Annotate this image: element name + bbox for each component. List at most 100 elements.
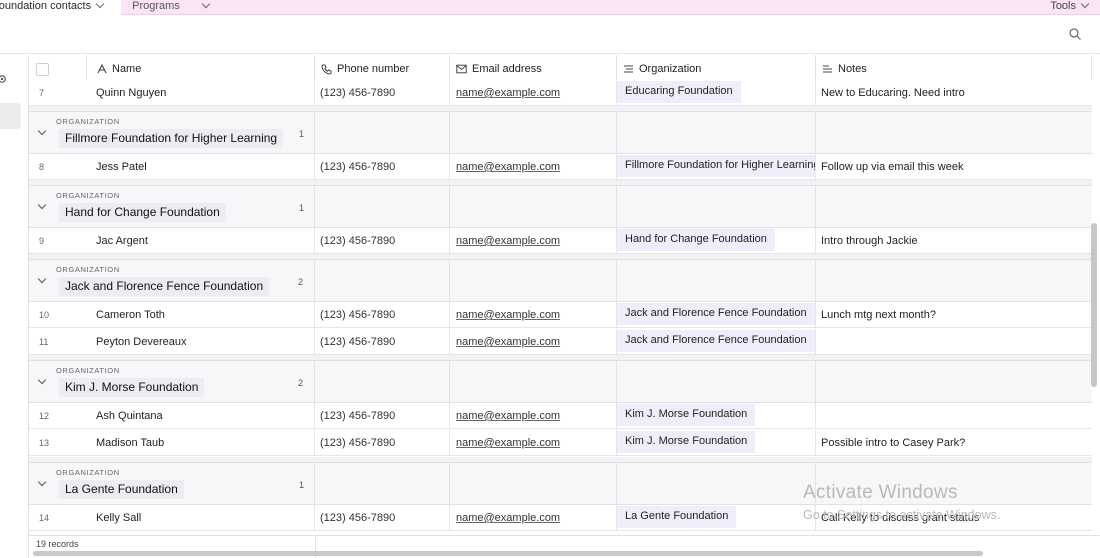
notes-cell[interactable]: Lunch mtg next month?: [816, 302, 1092, 328]
table-row[interactable]: 9 Jac Argent (123) 456-7890 name@example…: [29, 228, 1092, 254]
organization-chip: Kim J. Morse Foundation: [617, 404, 756, 426]
name-cell[interactable]: Jac Argent: [87, 228, 315, 254]
name-cell[interactable]: Ash Quintana: [87, 403, 315, 429]
phone-cell[interactable]: (123) 456-7890: [315, 329, 450, 355]
header-notes[interactable]: Notes: [816, 55, 1092, 83]
group-header[interactable]: ORGANIZATION Kim J. Morse Foundation 2: [29, 361, 1092, 403]
email-cell[interactable]: name@example.com: [450, 228, 617, 254]
organization-cell[interactable]: Kim J. Morse Foundation: [617, 403, 816, 429]
phone-cell[interactable]: (123) 456-7890: [315, 80, 450, 106]
name-cell[interactable]: Madison Taub: [87, 430, 315, 456]
name-cell[interactable]: Cameron Toth: [87, 302, 315, 328]
row-number: 12: [39, 411, 50, 421]
name-cell[interactable]: Quinn Nguyen: [87, 80, 315, 106]
column-header-row: Name Phone number Email address Organiza…: [29, 55, 1092, 83]
phone-cell[interactable]: (123) 456-7890: [315, 403, 450, 429]
select-all-checkbox[interactable]: [36, 63, 49, 76]
group-header[interactable]: ORGANIZATION Fillmore Foundation for Hig…: [29, 112, 1092, 154]
header-name[interactable]: Name: [87, 55, 315, 83]
vertical-scrollbar[interactable]: [1091, 223, 1097, 387]
group-header[interactable]: ORGANIZATION Jack and Florence Fence Fou…: [29, 260, 1092, 302]
header-phone[interactable]: Phone number: [315, 55, 450, 83]
header-organization[interactable]: Organization: [617, 55, 816, 83]
row-number: 13: [39, 438, 50, 448]
tab-programs[interactable]: Programs: [122, 0, 190, 15]
header-name-label: Name: [112, 63, 142, 75]
organization-chip: Jack and Florence Fence Foundation: [617, 303, 815, 325]
email-cell[interactable]: name@example.com: [450, 329, 617, 355]
horizontal-scrollbar[interactable]: [33, 551, 983, 556]
organization-cell[interactable]: La Gente Foundation: [617, 505, 816, 531]
phone-cell[interactable]: (123) 456-7890: [315, 430, 450, 456]
organization-cell[interactable]: Educaring Foundation: [617, 80, 816, 106]
notes-cell[interactable]: New to Educaring. Need intro: [816, 80, 1092, 106]
header-phone-label: Phone number: [337, 63, 410, 75]
name-cell[interactable]: Peyton Devereaux: [87, 329, 315, 355]
email-cell[interactable]: name@example.com: [450, 505, 617, 531]
group-name: Hand for Change Foundation: [59, 203, 226, 222]
tab-foundation-contacts[interactable]: Foundation contacts: [0, 0, 121, 15]
header-email-label: Email address: [472, 63, 542, 75]
group-field-label: ORGANIZATION: [56, 468, 120, 477]
row-number: 14: [39, 513, 50, 523]
group-name: La Gente Foundation: [59, 480, 184, 499]
organization-chip: La Gente Foundation: [617, 506, 737, 528]
group-field-label: ORGANIZATION: [56, 117, 120, 126]
email-cell[interactable]: name@example.com: [450, 403, 617, 429]
activation-watermark: Activate Windows Go to Settings to activ…: [803, 482, 1000, 522]
tab-programs-label: Programs: [132, 0, 180, 12]
notes-cell[interactable]: Intro through Jackie: [816, 228, 1092, 254]
long-text-icon: [823, 65, 832, 73]
group-header[interactable]: ORGANIZATION Hand for Change Foundation …: [29, 186, 1092, 228]
notes-cell[interactable]: [816, 403, 1092, 429]
search-icon[interactable]: [1069, 28, 1081, 40]
group-count: 1: [299, 480, 305, 490]
organization-chip: Fillmore Foundation for Higher Learning: [617, 155, 815, 177]
group-count: 2: [298, 378, 304, 388]
notes-cell[interactable]: Possible intro to Casey Park?: [816, 430, 1092, 456]
notes-cell[interactable]: Follow up via email this week: [816, 154, 1092, 180]
email-cell[interactable]: name@example.com: [450, 302, 617, 328]
organization-cell[interactable]: Jack and Florence Fence Foundation: [617, 329, 816, 355]
header-email[interactable]: Email address: [450, 55, 617, 83]
group-count: 2: [298, 277, 304, 287]
group-name: Kim J. Morse Foundation: [59, 378, 205, 397]
organization-cell[interactable]: Jack and Florence Fence Foundation: [617, 302, 816, 328]
text-field-icon: [97, 64, 107, 74]
phone-cell[interactable]: (123) 456-7890: [315, 228, 450, 254]
tools-label: Tools: [1050, 0, 1076, 12]
phone-cell[interactable]: (123) 456-7890: [315, 302, 450, 328]
email-cell[interactable]: name@example.com: [450, 154, 617, 180]
gear-icon[interactable]: [0, 73, 8, 85]
table-row[interactable]: 13 Madison Taub (123) 456-7890 name@exam…: [29, 430, 1092, 456]
phone-cell[interactable]: (123) 456-7890: [315, 505, 450, 531]
email-cell[interactable]: name@example.com: [450, 80, 617, 106]
chevron-down-icon[interactable]: [95, 0, 105, 9]
table-row[interactable]: 7 Quinn Nguyen (123) 456-7890 name@examp…: [29, 80, 1092, 106]
table-row[interactable]: 12 Ash Quintana (123) 456-7890 name@exam…: [29, 403, 1092, 429]
tools-menu[interactable]: Tools: [1050, 0, 1090, 15]
chevron-down-icon: [201, 0, 211, 9]
email-cell[interactable]: name@example.com: [450, 430, 617, 456]
table-row[interactable]: 10 Cameron Toth (123) 456-7890 name@exam…: [29, 302, 1092, 328]
header-organization-label: Organization: [639, 63, 702, 75]
table-row[interactable]: 11 Peyton Devereaux (123) 456-7890 name@…: [29, 329, 1092, 355]
organization-cell[interactable]: Fillmore Foundation for Higher Learning: [617, 154, 816, 180]
name-cell[interactable]: Kelly Sall: [87, 505, 315, 531]
group-field-label: ORGANIZATION: [56, 265, 120, 274]
name-cell[interactable]: Jess Patel: [87, 154, 315, 180]
watermark-title: Activate Windows: [803, 482, 958, 503]
phone-cell[interactable]: (123) 456-7890: [315, 154, 450, 180]
organization-cell[interactable]: Kim J. Morse Foundation: [617, 430, 816, 456]
organization-chip: Kim J. Morse Foundation: [617, 431, 756, 453]
group-field-label: ORGANIZATION: [56, 366, 120, 375]
header-notes-label: Notes: [838, 63, 867, 75]
more-tables-button[interactable]: [196, 0, 216, 15]
organization-cell[interactable]: Hand for Change Foundation: [617, 228, 816, 254]
selected-view-item[interactable]: [0, 103, 21, 129]
row-number: 8: [39, 162, 45, 172]
table-row[interactable]: 8 Jess Patel (123) 456-7890 name@example…: [29, 154, 1092, 180]
organization-chip: Educaring Foundation: [617, 81, 741, 103]
group-name: Jack and Florence Fence Foundation: [59, 277, 270, 296]
notes-cell[interactable]: [816, 329, 1092, 355]
